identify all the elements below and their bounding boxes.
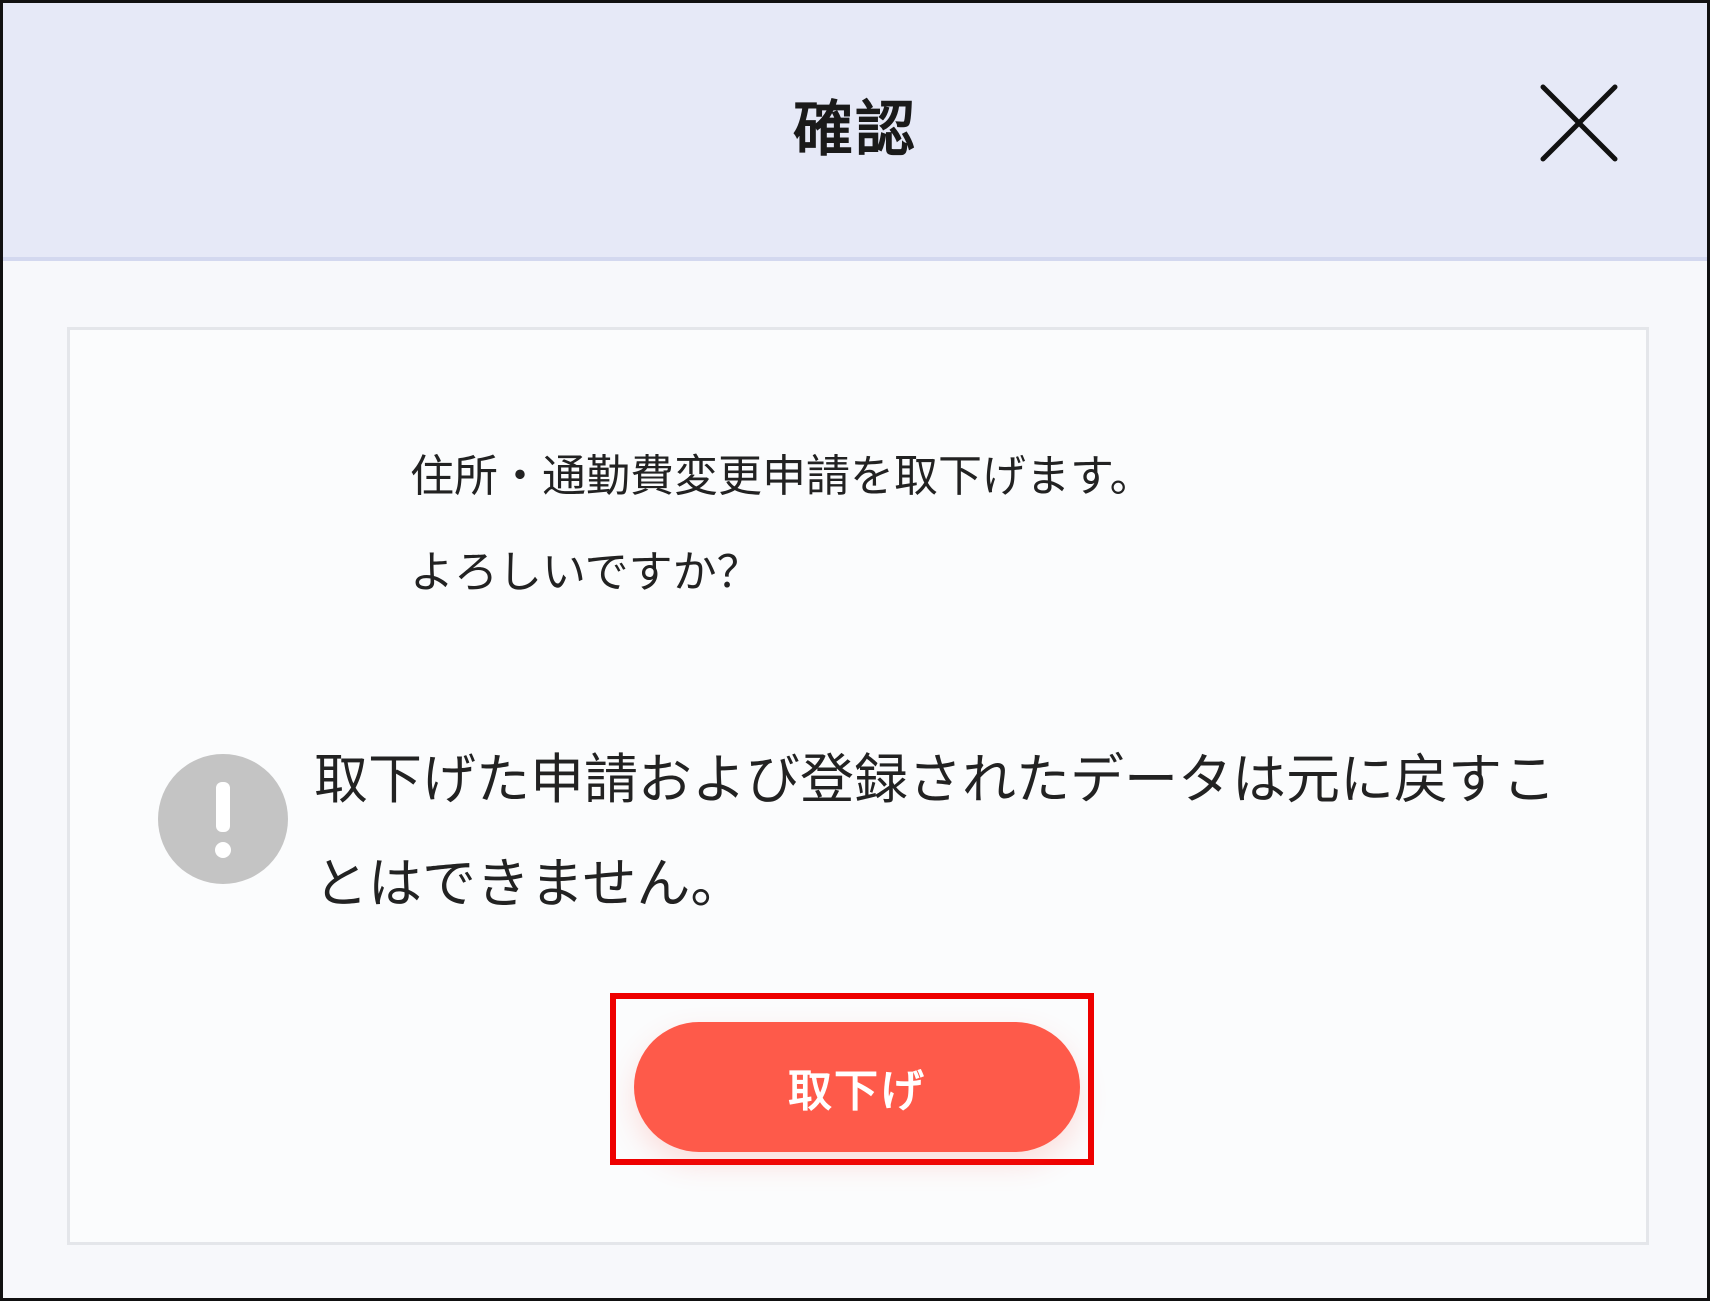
confirm-message-line1: 住所・通勤費変更申請を取下げます。 [410, 451, 1154, 502]
dialog-header: 確認 [3, 3, 1707, 261]
dialog-title: 確認 [793, 95, 917, 165]
withdraw-button[interactable]: 取下げ [634, 1022, 1080, 1152]
warning-text: 取下げた申請および登録されたデータは元に戻すことはできません。 [314, 748, 1556, 915]
close-icon [1540, 84, 1618, 162]
confirm-message-line2: よろしいですか？ [410, 547, 761, 598]
exclamation-circle-icon [158, 754, 288, 884]
close-button[interactable] [1539, 83, 1619, 163]
